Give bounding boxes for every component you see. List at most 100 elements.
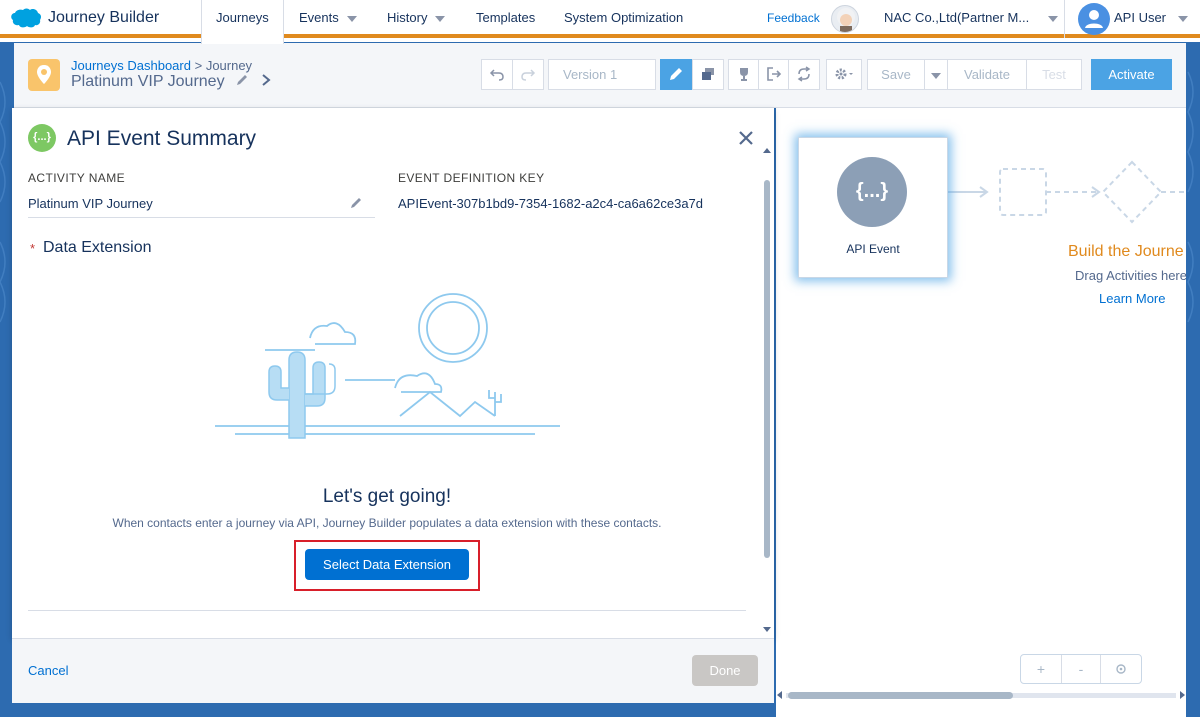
- goal-button[interactable]: [728, 59, 760, 90]
- chevron-down-icon[interactable]: [1048, 16, 1058, 22]
- tab-system-optimization-label: System Optimization: [564, 10, 684, 25]
- chevron-down-icon[interactable]: [1178, 16, 1188, 22]
- panel-footer: Cancel Done: [12, 638, 774, 703]
- scroll-up-icon[interactable]: [762, 146, 772, 154]
- undo-icon: [489, 69, 504, 81]
- org-switcher[interactable]: NAC Co.,Ltd(Partner M...: [884, 10, 1029, 25]
- done-button[interactable]: Done: [692, 655, 758, 686]
- empty-state-description: When contacts enter a journey via API, J…: [112, 516, 662, 530]
- activate-button-label: Activate: [1108, 67, 1155, 82]
- event-definition-key-value: APIEvent-307b1bd9-7354-1682-a2c4-ca6a62c…: [398, 196, 704, 211]
- learn-more-link[interactable]: Learn More: [1099, 291, 1165, 306]
- zoom-in-button[interactable]: +: [1021, 655, 1061, 683]
- build-journey-subtitle: Drag Activities here: [1075, 268, 1187, 283]
- scroll-left-icon[interactable]: [776, 690, 784, 700]
- stacked-cards-button[interactable]: [692, 59, 724, 90]
- scroll-right-icon[interactable]: [1178, 690, 1186, 700]
- chevron-down-icon: [435, 15, 446, 22]
- feedback-link[interactable]: Feedback: [767, 11, 820, 25]
- exit-criteria-button[interactable]: [758, 59, 790, 90]
- tab-templates-label: Templates: [476, 10, 536, 25]
- chevron-down-icon: [346, 15, 357, 22]
- validate-button-label: Validate: [963, 67, 1010, 82]
- save-menu-button[interactable]: [924, 59, 948, 90]
- api-event-panel-icon: {...}: [28, 124, 56, 152]
- breadcrumb-current: Journey: [205, 58, 253, 73]
- breadcrumb: Journeys Dashboard > Journey: [71, 58, 252, 73]
- user-menu[interactable]: API User: [1114, 10, 1166, 25]
- select-data-extension-button[interactable]: Select Data Extension: [305, 549, 469, 580]
- tab-templates[interactable]: Templates: [462, 0, 549, 38]
- tab-history[interactable]: History: [373, 0, 459, 38]
- required-marker: *: [30, 241, 36, 256]
- zoom-out-button[interactable]: -: [1061, 655, 1101, 683]
- scrollbar-thumb[interactable]: [764, 180, 770, 558]
- activity-name-value[interactable]: Platinum VIP Journey: [28, 196, 153, 211]
- api-event-summary-panel: {...} API Event Summary ACTIVITY NAME Pl…: [12, 108, 774, 638]
- chevron-right-icon[interactable]: [261, 73, 272, 87]
- tab-events[interactable]: Events: [285, 0, 371, 38]
- settings-button[interactable]: [826, 59, 862, 90]
- top-nav: Journey Builder Journeys Events History …: [0, 0, 1200, 44]
- user-avatar[interactable]: [1078, 3, 1110, 35]
- redo-icon: [521, 69, 536, 81]
- activate-button[interactable]: Activate: [1091, 59, 1172, 90]
- reentry-icon: [797, 66, 811, 82]
- undo-button[interactable]: [481, 59, 513, 90]
- version-select-value: Version 1: [563, 67, 618, 82]
- tab-journeys[interactable]: Journeys: [201, 0, 284, 44]
- api-event-icon: {...}: [837, 157, 907, 227]
- scroll-down-icon[interactable]: [762, 626, 772, 634]
- build-journey-title: Build the Journe: [1068, 243, 1184, 260]
- journey-pin-icon: [28, 59, 60, 91]
- trophy-icon: [740, 68, 748, 81]
- tab-system-optimization[interactable]: System Optimization: [550, 0, 697, 38]
- salesforce-cloud-icon[interactable]: [10, 7, 42, 29]
- pencil-icon[interactable]: [235, 73, 249, 87]
- zoom-reset-button[interactable]: [1101, 655, 1141, 683]
- close-icon[interactable]: [736, 128, 756, 148]
- cancel-button[interactable]: Cancel: [28, 663, 68, 678]
- canvas-horizontal-scrollbar[interactable]: [776, 690, 1186, 700]
- version-select[interactable]: Version 1: [548, 59, 656, 90]
- validate-button[interactable]: Validate: [947, 59, 1027, 90]
- api-event-label: API Event: [846, 242, 900, 256]
- app-title: Journey Builder: [48, 9, 160, 26]
- test-button-label: Test: [1042, 67, 1066, 82]
- desert-illustration: [215, 293, 560, 439]
- einstein-icon: [837, 8, 855, 32]
- breadcrumb-separator: >: [194, 58, 203, 73]
- data-extension-label: Data Extension: [43, 239, 152, 256]
- event-definition-key-label: EVENT DEFINITION KEY: [398, 171, 545, 185]
- reentry-button[interactable]: [788, 59, 820, 90]
- activity-name-label: ACTIVITY NAME: [28, 171, 125, 185]
- journey-name: Platinum VIP Journey: [71, 73, 272, 91]
- empty-state-title: Let's get going!: [322, 486, 452, 507]
- tab-history-label: History: [387, 10, 428, 25]
- chevron-down-icon: [931, 72, 941, 79]
- journey-header: Journeys Dashboard > Journey Platinum VI…: [14, 43, 1186, 108]
- journey-name-text: Platinum VIP Journey: [71, 73, 225, 90]
- user-icon: [1085, 10, 1103, 28]
- save-button-label: Save: [881, 67, 911, 82]
- save-button[interactable]: Save: [867, 59, 925, 90]
- panel-vertical-scrollbar[interactable]: [762, 146, 772, 638]
- api-event-card[interactable]: {...} API Event: [798, 137, 948, 278]
- target-icon: [1116, 664, 1126, 674]
- cards-icon: [702, 68, 714, 80]
- activity-name-underline: [28, 217, 375, 218]
- panel-title: API Event Summary: [67, 127, 257, 150]
- edit-mode-button[interactable]: [660, 59, 692, 90]
- gear-icon: [835, 68, 853, 80]
- scrollbar-thumb[interactable]: [788, 692, 1013, 699]
- redo-button[interactable]: [512, 59, 544, 90]
- panel-divider: [28, 610, 746, 611]
- tab-events-label: Events: [299, 10, 339, 25]
- einstein-avatar[interactable]: [831, 5, 859, 33]
- test-button[interactable]: Test: [1026, 59, 1082, 90]
- pencil-icon: [670, 68, 682, 80]
- breadcrumb-dashboard-link[interactable]: Journeys Dashboard: [71, 58, 191, 73]
- pencil-icon[interactable]: [349, 196, 363, 210]
- nav-divider: [1064, 0, 1065, 38]
- exit-icon: [767, 67, 782, 81]
